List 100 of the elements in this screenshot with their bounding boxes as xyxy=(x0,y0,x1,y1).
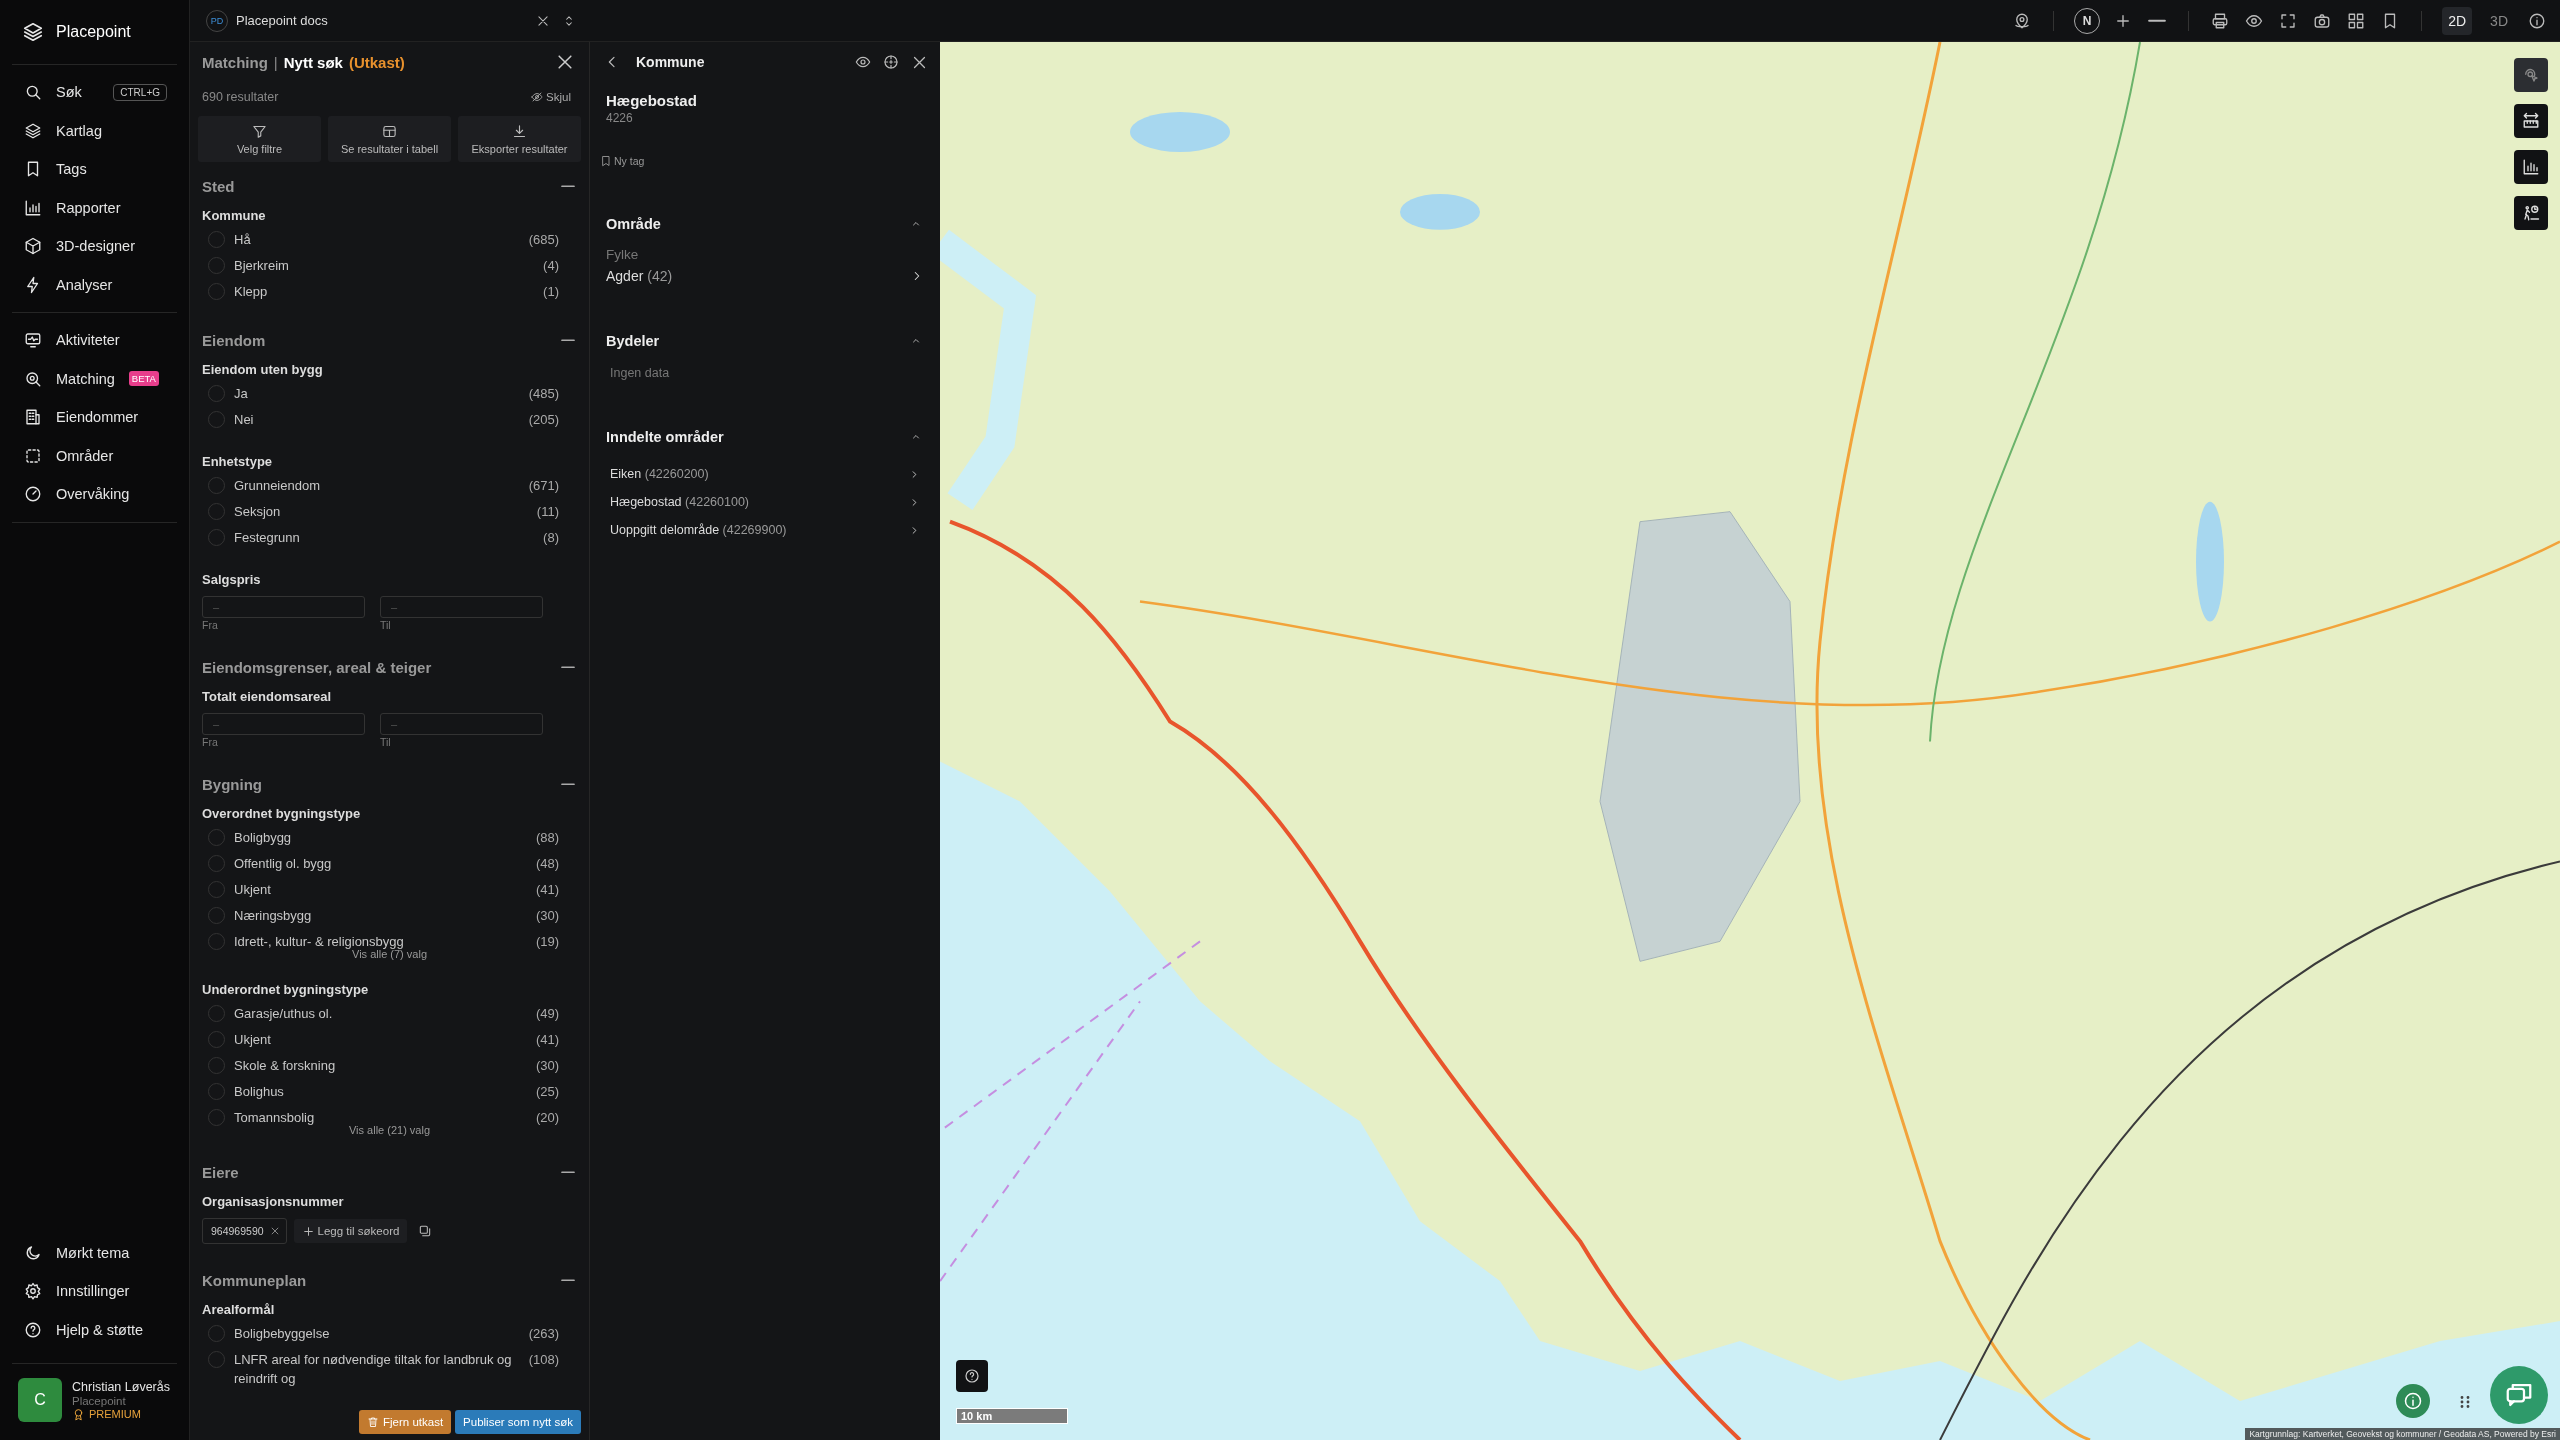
map-tool-button[interactable] xyxy=(2514,150,2548,184)
option-count: (8) xyxy=(543,529,559,547)
copy-icon xyxy=(418,1224,433,1238)
municipality-name: Hægebostad xyxy=(605,91,698,109)
option-count: (685) xyxy=(528,231,559,249)
breadcrumb-link[interactable]: Matching xyxy=(202,53,268,71)
section-heading: Bygning xyxy=(202,775,262,793)
sidebar-item[interactable]: Kartlag xyxy=(12,111,177,150)
sidebar-item[interactable]: Mørkt tema xyxy=(12,1233,177,1272)
option-label: Offentlig ol. bygg xyxy=(234,855,333,873)
crosshair-icon xyxy=(883,54,899,70)
sidebar-item[interactable]: Rapporter xyxy=(12,188,177,227)
option-label: Ukjent xyxy=(234,881,272,899)
show-all-link[interactable]: Vis alle (7) valg xyxy=(352,948,427,960)
eye-off-icon xyxy=(531,91,544,103)
cube-icon xyxy=(24,237,42,256)
ruler-icon xyxy=(2522,112,2540,130)
option-count: (11) xyxy=(536,503,559,521)
option-count: (88) xyxy=(535,829,559,847)
option-label: Nei xyxy=(234,411,255,429)
action-button[interactable]: Se resultater i tabell xyxy=(328,116,451,162)
moon-icon xyxy=(24,1243,42,1262)
sidebar-item[interactable]: Områder xyxy=(12,436,177,475)
minus-icon xyxy=(561,1170,575,1174)
help-icon xyxy=(964,1368,980,1384)
option-count: (19) xyxy=(535,933,559,951)
group-label: Underordnet bygningstype xyxy=(202,980,370,999)
chip-label: 964969590 xyxy=(211,1225,264,1237)
sidebar-item[interactable]: Søk CTRL+G xyxy=(12,73,177,112)
camera-icon xyxy=(2313,11,2332,30)
remove-button[interactable] xyxy=(269,1226,280,1236)
option-count: (41) xyxy=(535,1031,559,1049)
dashed-square-icon xyxy=(24,446,42,465)
option-label: Bolighus xyxy=(234,1083,285,1101)
option-count: (4) xyxy=(543,257,559,275)
section-heading: Eiendomsgrenser, areal & teiger xyxy=(202,658,432,676)
option-count: (263) xyxy=(528,1325,559,1343)
range-input[interactable]: – xyxy=(380,596,543,618)
range-caption: Fra xyxy=(202,619,219,631)
action-button[interactable]: Eksporter resultater xyxy=(458,116,581,162)
workspace-selector[interactable]: PD Placepoint docs xyxy=(190,9,590,32)
scale-bar: 10 km xyxy=(956,1408,1068,1424)
section-heading: Bydeler xyxy=(606,333,660,349)
option-label: Grunneiendom xyxy=(234,477,321,495)
option-label: Ukjent xyxy=(234,1031,272,1049)
locate-button[interactable] xyxy=(881,52,901,72)
option-label: Idrett-, kultur- & religionsbygg xyxy=(234,933,405,950)
action-button[interactable]: Velg filtre xyxy=(198,116,321,162)
building-icon xyxy=(24,408,42,427)
award-icon xyxy=(72,1407,85,1421)
group-label: Arealformål xyxy=(202,1300,276,1319)
sidebar-item[interactable]: Aktiviteter xyxy=(12,321,177,360)
shortcut-badge: CTRL+G xyxy=(113,83,167,101)
county-link[interactable]: Agder (42) xyxy=(606,268,924,284)
table-icon xyxy=(382,123,397,139)
option-count: (30) xyxy=(535,907,559,925)
map-tool-button[interactable] xyxy=(2514,104,2548,138)
sidebar-item[interactable]: Hjelp & støtte xyxy=(12,1310,177,1349)
range-input[interactable]: – xyxy=(202,713,365,735)
option-count: (485) xyxy=(528,385,559,403)
sidebar-item[interactable]: Analyser xyxy=(12,265,177,304)
range-input[interactable]: – xyxy=(380,713,543,735)
trash-icon xyxy=(367,1416,379,1428)
layers-icon xyxy=(22,21,44,43)
minus-icon xyxy=(561,665,575,669)
help-button[interactable] xyxy=(956,1360,988,1392)
section-heading: Eiendom xyxy=(202,331,266,349)
breadcrumb-separator: | xyxy=(273,53,278,71)
publish-button[interactable]: Publiser som nytt søk xyxy=(455,1410,581,1434)
subarea-item[interactable]: Uoppgitt delområde (42269900) xyxy=(606,516,924,544)
settings-icon xyxy=(24,1282,42,1301)
new-tag-button[interactable]: Ny tag xyxy=(600,155,645,167)
sidebar-item[interactable]: 3D-designer xyxy=(12,227,177,266)
user-org: Placepoint xyxy=(72,1394,127,1407)
range-caption: Fra xyxy=(202,736,219,748)
draft-status: (Utkast) xyxy=(348,53,405,71)
section-heading: Område xyxy=(606,216,661,232)
sidebar-item[interactable]: Innstillinger xyxy=(12,1272,177,1311)
user-avatar[interactable]: C xyxy=(18,1378,62,1422)
group-label: Totalt eiendomsareal xyxy=(202,687,333,706)
sidebar-item[interactable]: Tags xyxy=(12,150,177,189)
view-mode-tab[interactable]: 3D xyxy=(2484,6,2514,35)
grid-icon xyxy=(2347,11,2366,30)
subarea-item[interactable]: Hægebostad (42260100) xyxy=(606,488,924,516)
view-mode-tab[interactable]: 2D xyxy=(2442,6,2473,35)
group-label: Salgspris xyxy=(202,570,262,589)
add-keyword-button[interactable]: Legg til søkeord xyxy=(293,1219,408,1243)
sidebar-item[interactable]: Eiendommer xyxy=(12,398,177,437)
search-title: Nytt søk xyxy=(283,53,343,71)
sidebar-item[interactable]: Overvåking xyxy=(12,475,177,514)
map-tool-button[interactable] xyxy=(2514,196,2548,230)
range-input[interactable]: – xyxy=(202,596,365,618)
show-all-link[interactable]: Vis alle (21) valg xyxy=(348,1124,431,1136)
plus-icon xyxy=(301,1224,315,1238)
hide-button[interactable]: Skjul xyxy=(525,90,577,104)
magnifier-icon xyxy=(24,369,42,388)
option-count: (671) xyxy=(528,477,559,495)
option-label: Boligbebyggelse xyxy=(234,1325,331,1343)
subarea-item[interactable]: Eiken (42260200) xyxy=(606,460,924,488)
sidebar-item[interactable]: Matching BETA xyxy=(12,359,177,398)
